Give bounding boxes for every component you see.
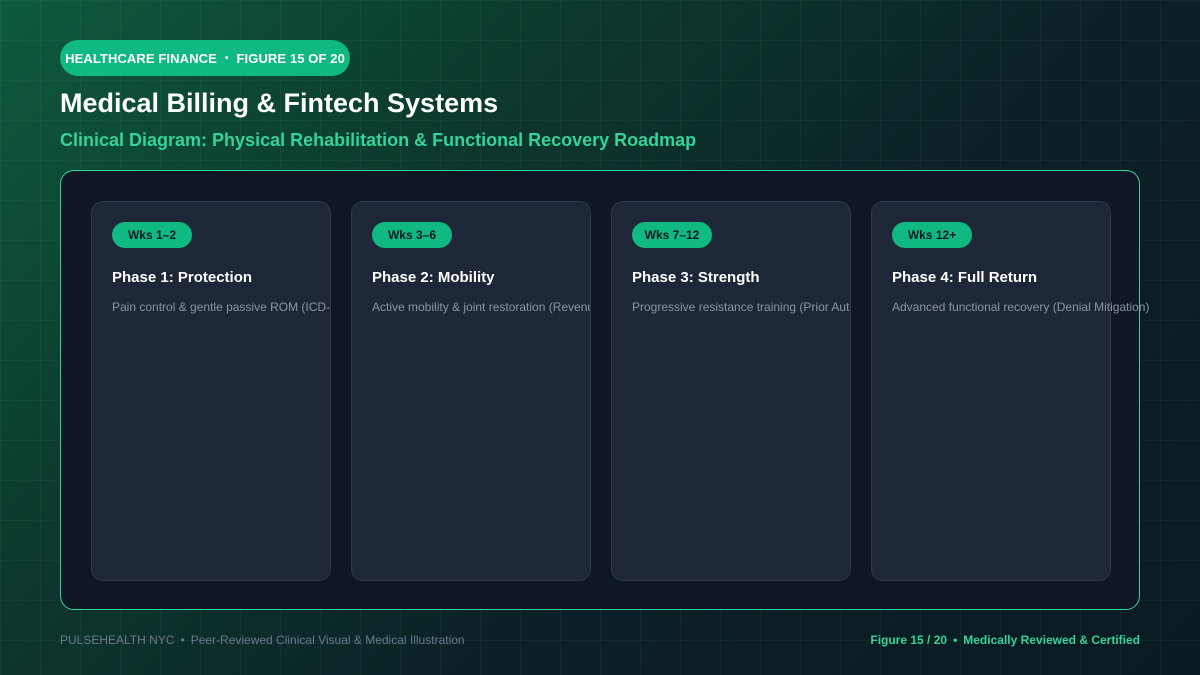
phase-title: Phase 4: Full Return [892, 269, 1038, 286]
footer-tagline: Peer-Reviewed Clinical Visual & Medical … [190, 633, 465, 647]
page-subtitle: Clinical Diagram: Physical Rehabilitatio… [60, 130, 697, 150]
phase-card-4: Wks 12+ Phase 4: Full Return Advanced fu… [871, 201, 1149, 581]
footer-left: PULSEHEALTH NYC • Peer-Reviewed Clinical V… [60, 633, 465, 647]
page-title: Medical Billing & Fintech Systems [60, 88, 499, 118]
phase-description: Active mobility & joint restoration (Rev… [372, 300, 591, 314]
footer-separator: • [180, 633, 185, 647]
phase-weeks-pill: Wks 3–6 [372, 222, 452, 248]
footer-figure: Figure 15 / 20 [870, 633, 948, 647]
phase-description: Progressive resistance training (Prior A… [632, 300, 851, 314]
phase-title: Phase 2: Mobility [372, 269, 495, 286]
phase-card-2: Wks 3–6 Phase 2: Mobility Active mobilit… [351, 201, 591, 581]
roadmap-panel: Wks 1–2 Phase 1: Protection Pain control… [60, 170, 1149, 610]
phase-card-1: Wks 1–2 Phase 1: Protection Pain control… [91, 201, 331, 581]
footer-certification: Medically Reviewed & Certified [963, 633, 1140, 647]
phase-description: Pain control & gentle passive ROM (ICD-1… [112, 300, 331, 314]
badge-figure: FIGURE 15 OF 20 [236, 50, 345, 66]
footer-right: Figure 15 / 20 • Medically Reviewed & Cert… [870, 633, 1140, 647]
phase-weeks-pill: Wks 12+ [892, 222, 972, 248]
footer-separator: • [953, 633, 958, 647]
badge-category: HEALTHCARE FINANCE [65, 50, 217, 66]
phase-description: Advanced functional recovery (Denial Mit… [892, 300, 1150, 314]
phase-card-3: Wks 7–12 Phase 3: Strength Progressive r… [611, 201, 851, 581]
phase-title: Phase 1: Protection [112, 269, 253, 286]
phase-title: Phase 3: Strength [632, 269, 760, 286]
phase-weeks-pill: Wks 1–2 [112, 222, 192, 248]
badge-separator: • [224, 52, 229, 64]
phase-weeks-pill: Wks 7–12 [632, 222, 712, 248]
category-badge: HEALTHCARE FINANCE • FIGURE 15 OF 20 [60, 40, 350, 76]
footer-brand: PULSEHEALTH NYC [60, 633, 175, 647]
